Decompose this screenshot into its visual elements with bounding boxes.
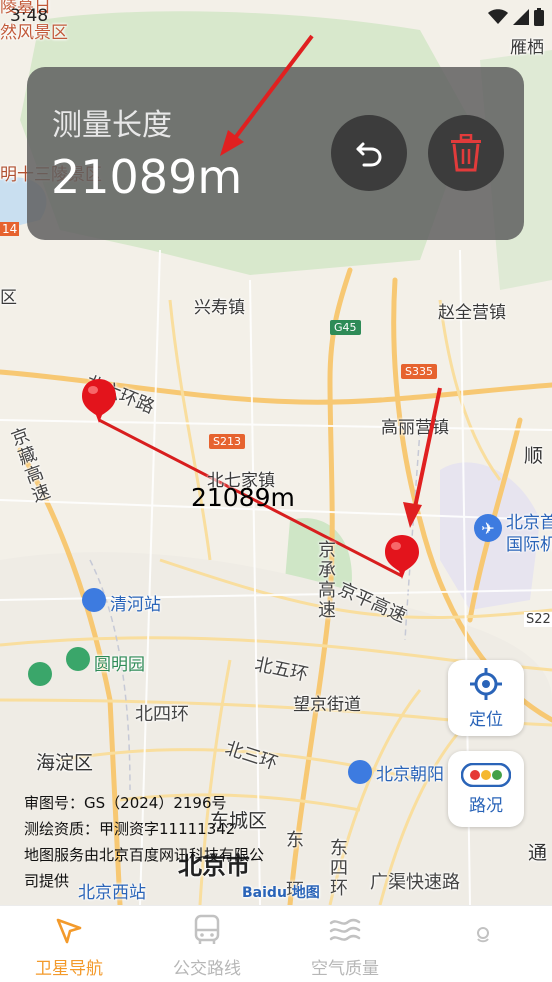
traffic-label: 路况: [469, 795, 503, 816]
traffic-button[interactable]: 路况: [448, 751, 524, 827]
tab-profile[interactable]: [414, 906, 552, 982]
tab-label: 卫星导航: [35, 959, 103, 979]
locate-button[interactable]: 定位: [448, 660, 524, 736]
tab-label: 空气质量: [311, 959, 379, 979]
air-waves-icon: [329, 918, 361, 941]
traffic-light-icon: [461, 762, 511, 787]
tab-air-quality[interactable]: 空气质量: [276, 906, 414, 982]
bottom-tab-bar: 卫星导航 公交路线 空气质量: [0, 905, 552, 982]
locate-label: 定位: [469, 709, 503, 730]
navigate-arrow-icon: [56, 918, 82, 944]
locate-crosshair-icon: [470, 667, 502, 700]
tab-bus-route[interactable]: 公交路线: [138, 906, 276, 982]
profile-icon: [477, 927, 489, 943]
bus-icon: [194, 914, 220, 944]
tab-label: 公交路线: [173, 959, 241, 979]
tab-satellite-nav[interactable]: 卫星导航: [0, 906, 138, 982]
